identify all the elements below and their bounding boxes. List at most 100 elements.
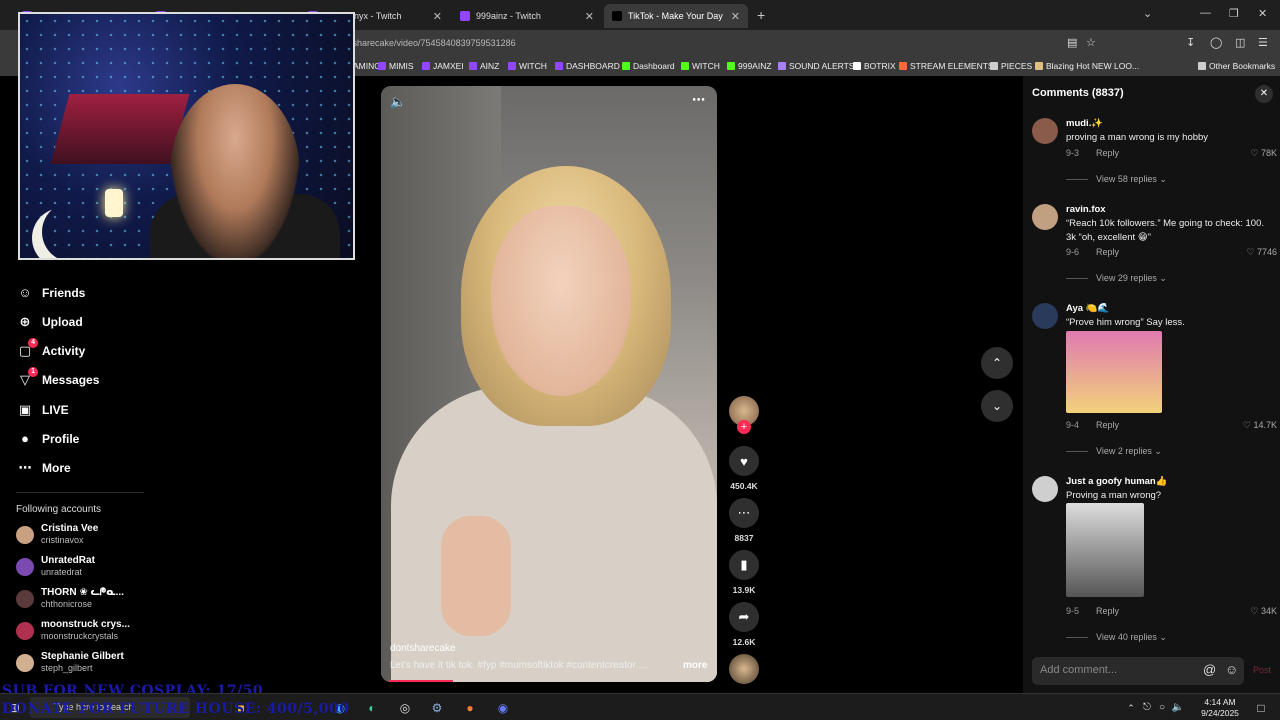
emoji-icon[interactable]: ☺ (1225, 662, 1238, 677)
steam-icon[interactable]: ⚙ (428, 699, 446, 717)
following-account[interactable]: Stephanie Gilbert steph_gilbert (16, 651, 124, 674)
bookmark-star-icon[interactable]: ☆ (1086, 36, 1096, 49)
nav-item-live[interactable]: ▣ LIVE (16, 402, 69, 418)
following-account[interactable]: UnratedRat unratedrat (16, 555, 95, 578)
taskbar-clock[interactable]: 4:14 AM 9/24/2025 (1196, 697, 1244, 719)
video-player[interactable]: 🔈 ⋯ dontsharecake Let's have it tik tok.… (381, 86, 717, 682)
maximize-icon[interactable]: ❐ (1229, 7, 1239, 20)
tab-close-icon[interactable]: ✕ (585, 10, 594, 23)
nav-item-activity[interactable]: ▢ 4 Activity (16, 338, 85, 359)
bookmark-favicon-icon (990, 62, 998, 70)
following-account[interactable]: Cristina Vee cristinavox (16, 523, 98, 546)
obs-icon[interactable]: ◎ (396, 699, 414, 717)
video-username[interactable]: dontsharecake (390, 643, 456, 654)
tab-list-chevron-icon[interactable]: ⌄ (1143, 7, 1152, 20)
reply-button[interactable]: Reply (1096, 247, 1119, 257)
firefox-icon[interactable]: ● (461, 699, 479, 717)
bookmark-item[interactable]: STREAM ELEMENTS (899, 61, 994, 71)
view-replies-link[interactable]: View 2 replies ⌄ (1066, 446, 1162, 457)
comment-author[interactable]: ravin.fox (1066, 204, 1106, 215)
comment-input[interactable] (1040, 664, 1190, 676)
nav-item-more[interactable]: ⋯ More (16, 460, 71, 476)
avatar[interactable] (1032, 118, 1058, 144)
view-replies-link[interactable]: View 40 replies ⌄ (1066, 632, 1167, 643)
reply-button[interactable]: Reply (1096, 420, 1119, 430)
bookmark-item[interactable]: JAMXEI (422, 61, 464, 71)
menu-icon[interactable]: ☰ (1258, 36, 1268, 49)
reader-view-icon[interactable]: ▤ (1067, 36, 1077, 49)
extensions-icon[interactable]: ◫ (1235, 36, 1245, 49)
caption-more-link[interactable]: more (683, 660, 707, 671)
comment-author[interactable]: Just a goofy human👍 (1066, 476, 1168, 487)
view-replies-link[interactable]: View 58 replies ⌄ (1066, 174, 1167, 185)
comment-like-button[interactable]: ♡ 78K (1250, 148, 1277, 159)
follow-plus-icon[interactable]: + (737, 420, 751, 434)
comment-like-button[interactable]: ♡ 7746 (1246, 247, 1277, 258)
nav-item-label: Messages (42, 373, 100, 387)
reply-button[interactable]: Reply (1096, 606, 1119, 616)
post-comment-button[interactable]: Post (1253, 665, 1271, 675)
close-comments-button[interactable]: ✕ (1255, 85, 1273, 103)
mention-icon[interactable]: @ (1203, 662, 1216, 677)
bookmark-item[interactable]: Blazing Hot NEW LOO... (1035, 61, 1139, 71)
bookmark-item[interactable]: 999AINZ (727, 61, 772, 71)
music-disc-icon[interactable] (729, 654, 759, 684)
avatar[interactable] (1032, 476, 1058, 502)
reply-button[interactable]: Reply (1096, 148, 1119, 158)
downloads-icon[interactable]: ↧ (1186, 36, 1195, 49)
comment-sticker-image[interactable] (1066, 331, 1162, 413)
following-account[interactable]: THORN ❀ ᓚᖘᓇ... chthonicrose (16, 587, 124, 610)
nav-item-friends[interactable]: ☺ Friends (16, 285, 85, 300)
account-handle: steph_gilbert (41, 663, 93, 673)
browser-tab[interactable]: 999ainz - Twitch ✕ (452, 4, 602, 28)
comment-input-box[interactable]: @ ☺ (1032, 657, 1244, 685)
url-field[interactable]: ntsharecake/video/7545840839759531286 (345, 38, 516, 48)
bookmark-item[interactable]: DASHBOARD (555, 61, 620, 71)
comment-author[interactable]: Aya 🍋🌊 (1066, 303, 1109, 314)
bookmark-item[interactable]: Dashboard (622, 61, 675, 71)
new-tab-button[interactable]: + (757, 7, 765, 23)
tab-close-icon[interactable]: ✕ (731, 10, 740, 23)
edge-icon[interactable]: ◐ (363, 699, 381, 717)
bookmark-item[interactable]: BOTRIX (853, 61, 896, 71)
comment-gif-image[interactable] (1066, 503, 1144, 597)
avatar[interactable] (1032, 204, 1058, 230)
bookmark-item[interactable]: WITCH (508, 61, 547, 71)
browser-tab[interactable]: TikTok - Make Your Day ✕ (604, 4, 748, 28)
bookmark-item[interactable]: AINZ (469, 61, 499, 71)
notifications-icon[interactable]: □ (1252, 699, 1270, 717)
comment-text: proving a man wrong is my hobby (1066, 132, 1209, 143)
avatar[interactable] (1032, 303, 1058, 329)
tray-volume-icon[interactable]: 🔈 (1169, 699, 1187, 717)
video-progress-bar[interactable] (389, 680, 453, 682)
bookmark-item[interactable]: SOUND ALERTS (778, 61, 855, 71)
like-button[interactable]: ♥ (729, 446, 759, 476)
window-close-icon[interactable]: ✕ (1258, 7, 1267, 20)
bookmark-item[interactable]: PIECES (990, 61, 1032, 71)
bookmark-item[interactable]: MIMIS (378, 61, 414, 71)
nav-item-profile[interactable]: ● Profile (16, 431, 79, 446)
comment-author[interactable]: mudi.✨ (1066, 118, 1103, 129)
bookmark-label: Dashboard (633, 61, 675, 71)
tab-close-icon[interactable]: ✕ (433, 10, 442, 23)
view-replies-link[interactable]: View 29 replies ⌄ (1066, 273, 1167, 284)
comment-like-button[interactable]: ♡ 34K (1250, 606, 1277, 617)
following-account[interactable]: moonstruck crys... moonstruckcrystals (16, 619, 130, 642)
share-button[interactable]: ➦ (729, 602, 759, 632)
comment-button[interactable]: ⋯ (729, 498, 759, 528)
close-icon: ✕ (1259, 88, 1269, 99)
bookmark-item[interactable]: Other Bookmarks (1198, 61, 1275, 71)
bookmark-item[interactable]: WITCH (681, 61, 720, 71)
save-button[interactable]: ▮ (729, 550, 759, 580)
nav-item-messages[interactable]: ▽ 1 Messages (16, 367, 100, 388)
minimize-icon[interactable]: — (1200, 7, 1211, 19)
chevron-down-icon: ⌄ (1156, 632, 1167, 642)
previous-video-button[interactable]: ⌃ (981, 347, 1013, 379)
account-icon[interactable]: ◯ (1210, 36, 1222, 49)
volume-icon[interactable]: 🔈 (390, 94, 406, 110)
nav-item-upload[interactable]: ⊕ Upload (16, 314, 83, 330)
next-video-button[interactable]: ⌄ (981, 390, 1013, 422)
discord-icon[interactable]: ◉ (494, 699, 512, 717)
comment-like-button[interactable]: ♡ 14.7K (1243, 420, 1277, 431)
more-options-icon[interactable]: ⋯ (692, 92, 705, 108)
